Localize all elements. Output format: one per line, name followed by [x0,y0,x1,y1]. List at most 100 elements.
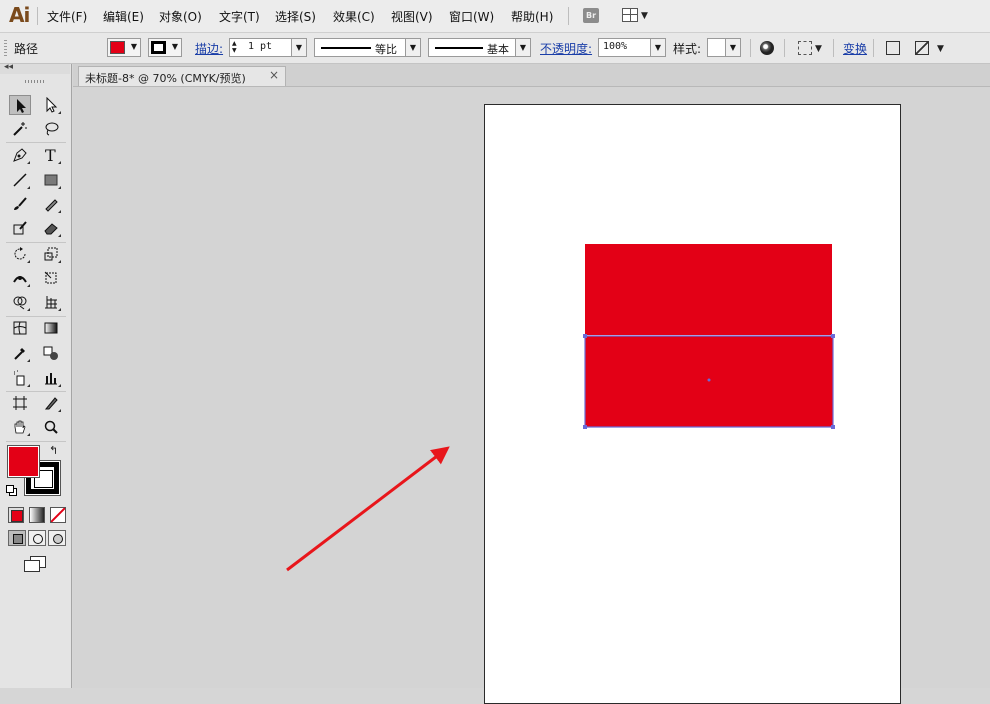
menu-separator [37,7,38,25]
bridge-button[interactable]: Br [583,8,599,23]
change-screen-mode-icon[interactable] [24,556,46,572]
free-transform-tool-icon[interactable] [40,268,62,288]
opacity-panel-link[interactable]: 不透明度: [540,40,592,57]
chevron-down-icon[interactable]: ▼ [641,11,648,21]
control-panel-options-icon[interactable] [915,41,929,55]
draw-behind-icon[interactable] [28,530,46,546]
control-bar: 路径 ▼ ▼ 描边: ▲ ▼ 1 pt ▼ 等比 ▼ 基本 ▼ 不透明度: 100… [0,33,990,64]
shape-builder-tool-icon[interactable] [9,292,31,312]
menu-bar: Ai 文件(F) 编辑(E) 对象(O) 文字(T) 选择(S) 效果(C) 视… [0,0,990,33]
menu-help[interactable]: 帮助(H) [511,8,553,25]
document-title: 未标题-8* @ 70% (CMYK/预览) [85,72,246,85]
stroke-panel-link[interactable]: 描边: [195,40,223,57]
lasso-tool-icon[interactable] [40,119,62,139]
stroke-weight-value: 1 pt [248,41,273,52]
fill-color-button[interactable]: ▼ [107,38,141,57]
chevron-down-icon[interactable]: ▼ [725,39,740,56]
selection-tool-icon[interactable] [9,95,31,115]
line-segment-tool-icon[interactable] [9,170,31,190]
arrange-documents-icon[interactable] [622,8,638,22]
stroke-swatch [151,41,166,54]
color-mode-button[interactable] [8,507,24,523]
red-rectangle-back[interactable] [585,244,832,335]
align-to-selection-icon[interactable] [798,41,812,55]
recolor-artwork-icon[interactable] [760,41,774,55]
chevron-down-icon[interactable]: ▼ [515,39,530,56]
isolate-selected-icon[interactable] [886,41,900,55]
profile-label: 等比 [375,43,397,56]
perspective-grid-tool-icon[interactable] [40,292,62,312]
rectangle-tool-icon[interactable] [40,170,62,190]
chevron-down-icon[interactable]: ▼ [405,39,420,56]
chevron-down-icon[interactable]: ▼ [291,39,306,56]
stroke-line-preview [321,47,371,49]
stroke-weight-field[interactable]: ▲ ▼ 1 pt ▼ [229,38,307,57]
tools-panel: ◂◂ T ↰ [0,62,72,688]
scale-tool-icon[interactable] [40,244,62,264]
menu-view[interactable]: 视图(V) [391,8,433,25]
pen-tool-icon[interactable] [9,145,31,165]
anchor-point [831,334,835,338]
swap-fill-stroke-icon[interactable]: ↰ [49,444,58,457]
object-type-label: 路径 [14,42,39,56]
rotate-tool-icon[interactable] [9,244,31,264]
canvas[interactable] [73,87,990,704]
chevron-down-icon[interactable]: ▼ [937,44,944,54]
collapse-icon[interactable]: ◂◂ [4,62,13,72]
app-logo: Ai [9,3,30,27]
fill-color-box[interactable] [7,445,40,478]
opacity-field[interactable]: 100% ▼ [598,38,666,57]
center-point [707,378,711,382]
stepper-icon[interactable]: ▲ ▼ [232,40,237,54]
type-tool-icon[interactable]: T [40,145,62,165]
brush-definition-dropdown[interactable]: 基本 ▼ [428,38,531,57]
column-graph-tool-icon[interactable] [40,368,62,388]
blend-tool-icon[interactable] [40,343,62,363]
menu-file[interactable]: 文件(F) [47,8,87,25]
graphic-style-dropdown[interactable]: ▼ [707,38,741,57]
stroke-color-button[interactable]: ▼ [148,38,182,57]
menu-effect[interactable]: 效果(C) [333,8,375,25]
eraser-tool-icon[interactable] [40,218,62,238]
eyedropper-tool-icon[interactable] [9,343,31,363]
close-icon[interactable]: × [269,68,279,82]
brush-line-preview [435,47,483,49]
chevron-down-icon[interactable]: ▼ [650,39,665,56]
menu-object[interactable]: 对象(O) [159,8,202,25]
variable-width-profile-dropdown[interactable]: 等比 ▼ [314,38,421,57]
menu-edit[interactable]: 编辑(E) [103,8,144,25]
control-separator [784,39,785,57]
chevron-down-icon: ▼ [130,42,137,51]
grip-icon[interactable] [4,40,7,56]
menu-select[interactable]: 选择(S) [275,8,316,25]
anchor-point [583,334,587,338]
blob-brush-tool-icon[interactable] [9,218,31,238]
svg-text:T: T [45,147,56,163]
anchor-point [831,425,835,429]
width-tool-icon[interactable] [9,268,31,288]
chevron-down-icon[interactable]: ▼ [815,44,822,54]
direct-selection-tool-icon[interactable] [40,95,62,115]
default-fill-stroke-icon[interactable] [6,485,17,496]
magic-wand-tool-icon[interactable] [9,119,31,139]
document-tab[interactable]: 未标题-8* @ 70% (CMYK/预览) × [78,66,286,86]
grip-icon[interactable] [25,80,45,83]
none-mode-button[interactable] [50,507,66,523]
artboard-tool-icon[interactable] [9,393,31,413]
gradient-mode-button[interactable] [29,507,45,523]
gradient-tool-icon[interactable] [40,318,62,338]
menu-type[interactable]: 文字(T) [219,8,260,25]
hand-tool-icon[interactable] [9,417,31,437]
anchor-point [583,425,587,429]
draw-inside-icon[interactable] [48,530,66,546]
slice-tool-icon[interactable] [40,393,62,413]
paintbrush-tool-icon[interactable] [9,194,31,214]
tools-panel-header[interactable]: ◂◂ [0,62,70,74]
pencil-tool-icon[interactable] [40,194,62,214]
zoom-tool-icon[interactable] [40,417,62,437]
symbol-sprayer-tool-icon[interactable] [9,368,31,388]
menu-window[interactable]: 窗口(W) [449,8,494,25]
mesh-tool-icon[interactable] [9,318,31,338]
transform-panel-link[interactable]: 变换 [843,40,867,57]
draw-normal-icon[interactable] [8,530,26,546]
